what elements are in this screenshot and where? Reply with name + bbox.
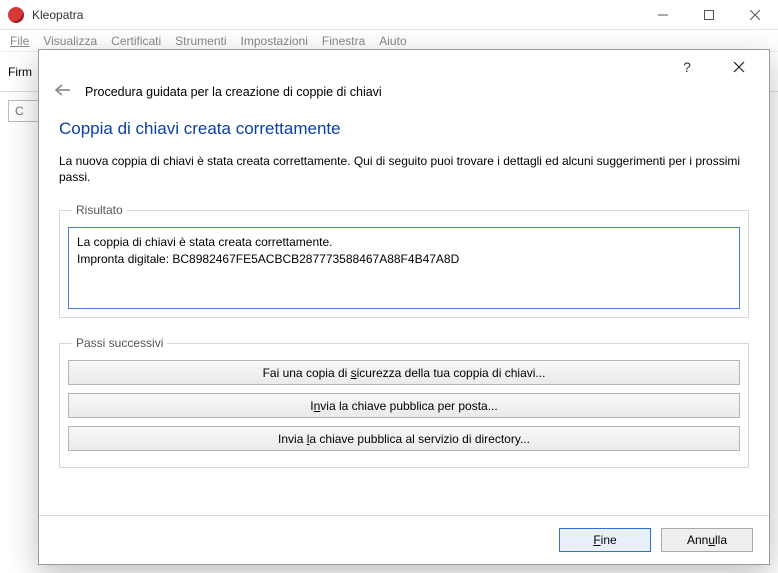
next-steps-legend: Passi successivi (72, 336, 167, 350)
minimize-button[interactable] (640, 0, 686, 30)
window-title: Kleopatra (32, 8, 640, 22)
close-button[interactable] (732, 0, 778, 30)
dialog-body: Coppia di chiavi creata correttamente La… (39, 109, 769, 515)
result-line-1: La coppia di chiavi è stata creata corre… (77, 234, 731, 250)
backup-keypair-button[interactable]: Fai una copia di sicurezza della tua cop… (68, 360, 740, 385)
result-legend: Risultato (72, 203, 127, 217)
menu-tools[interactable]: Strumenti (175, 34, 226, 48)
key-creation-wizard-dialog: ? Procedura guidata per la creazione di … (38, 49, 770, 565)
toolbar-label: Firm (8, 65, 32, 79)
next-steps-group: Passi successivi Fai una copia di sicure… (59, 336, 749, 468)
send-pubkey-directory-button[interactable]: Invia la chiave pubblica al servizio di … (68, 426, 740, 451)
maximize-button[interactable] (686, 0, 732, 30)
menu-certificates[interactable]: Certificati (111, 34, 161, 48)
page-heading: Coppia di chiavi creata correttamente (59, 119, 749, 139)
intro-text: La nuova coppia di chiavi è stata creata… (59, 153, 749, 185)
wizard-title: Procedura guidata per la creazione di co… (85, 85, 382, 99)
result-textbox[interactable]: La coppia di chiavi è stata creata corre… (68, 227, 740, 309)
titlebar: Kleopatra (0, 0, 778, 30)
dialog-titlebar: ? (39, 50, 769, 84)
menu-settings[interactable]: Impostazioni (241, 34, 308, 48)
menu-window[interactable]: Finestra (322, 34, 365, 48)
dialog-footer: Fine Annulla (39, 515, 769, 564)
send-pubkey-mail-button[interactable]: Invia la chiave pubblica per posta... (68, 393, 740, 418)
app-logo-icon (8, 7, 24, 23)
result-group: Risultato La coppia di chiavi è stata cr… (59, 203, 749, 318)
dialog-close-button[interactable] (721, 53, 757, 81)
back-button[interactable] (55, 84, 71, 99)
menu-file[interactable]: File (10, 34, 29, 48)
menu-help[interactable]: Aiuto (379, 34, 406, 48)
result-line-2: Impronta digitale: BC8982467FE5ACBCB2877… (77, 251, 731, 267)
finish-button[interactable]: Fine (559, 528, 651, 552)
wizard-header: Procedura guidata per la creazione di co… (39, 84, 769, 109)
help-button[interactable]: ? (669, 53, 705, 81)
cancel-button[interactable]: Annulla (661, 528, 753, 552)
menu-view[interactable]: Visualizza (43, 34, 97, 48)
